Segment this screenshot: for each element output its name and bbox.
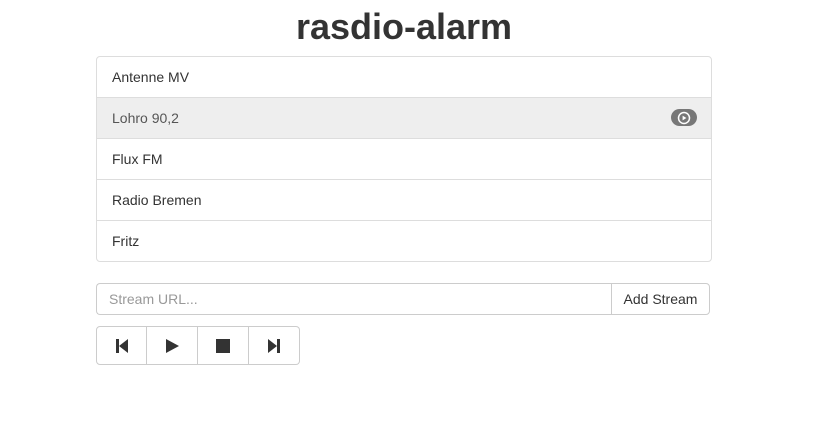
station-item-fritz[interactable]: Fritz xyxy=(97,220,711,261)
stream-url-input[interactable] xyxy=(96,283,611,315)
station-label: Antenne MV xyxy=(112,69,190,85)
previous-button[interactable] xyxy=(96,326,147,365)
play-circle-icon xyxy=(677,111,691,124)
station-label: Flux FM xyxy=(112,151,163,167)
page-title: rasdio-alarm xyxy=(295,6,513,47)
stop-icon xyxy=(216,338,230,353)
step-forward-icon xyxy=(268,338,280,353)
step-backward-icon xyxy=(115,338,128,353)
station-item-flux-fm[interactable]: Flux FM xyxy=(97,138,711,179)
station-item-antenne-mv[interactable]: Antenne MV xyxy=(97,57,711,97)
player-controls xyxy=(96,326,300,365)
station-label: Radio Bremen xyxy=(112,192,202,208)
play-icon xyxy=(166,338,179,353)
stream-form: Add Stream xyxy=(96,283,710,315)
add-stream-button[interactable]: Add Stream xyxy=(611,283,710,315)
playing-badge[interactable] xyxy=(671,109,697,126)
play-button[interactable] xyxy=(147,326,198,365)
station-item-radio-bremen[interactable]: Radio Bremen xyxy=(97,179,711,220)
next-button[interactable] xyxy=(249,326,300,365)
station-list: Antenne MV Lohro 90,2 Flux FM Radio Brem… xyxy=(96,56,712,262)
station-label: Lohro 90,2 xyxy=(112,110,179,126)
station-label: Fritz xyxy=(112,233,140,249)
stop-button[interactable] xyxy=(198,326,249,365)
station-item-lohro[interactable]: Lohro 90,2 xyxy=(97,97,711,138)
